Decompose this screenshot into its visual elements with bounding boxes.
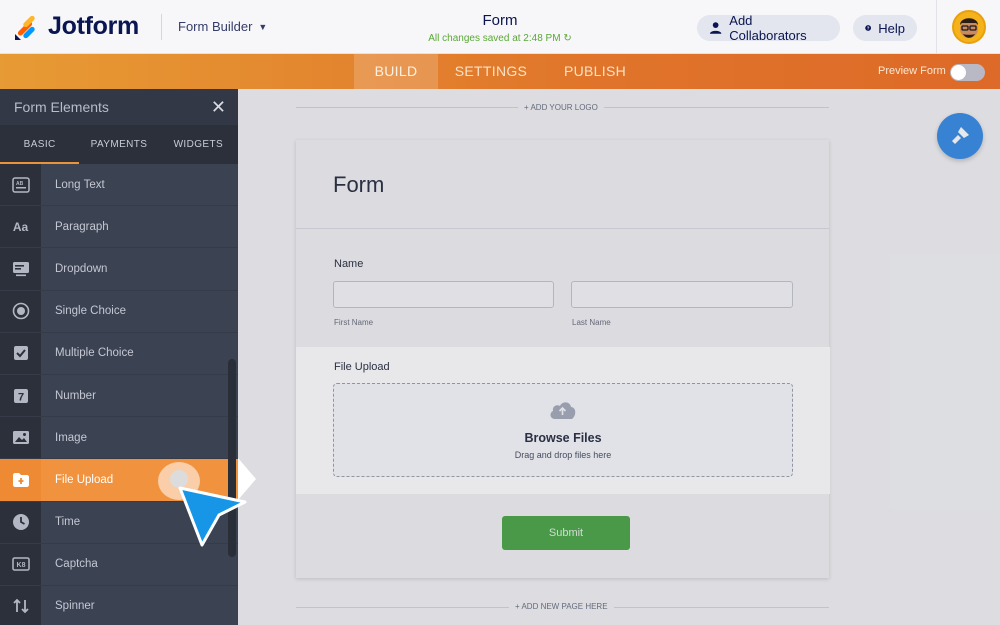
cursor-pointer-icon: [178, 486, 247, 547]
sidebar-item-label: Spinner: [55, 600, 95, 613]
checkbox-icon: [13, 346, 28, 361]
sidebar-item-label: Captcha: [55, 558, 98, 571]
close-icon[interactable]: ✕: [211, 97, 226, 118]
captcha-icon: K8: [11, 557, 30, 572]
dropdown-icon: [12, 261, 29, 277]
preview-form-label: Preview Form: [878, 65, 946, 77]
save-status-text: All changes saved at 2:48 PM: [428, 33, 561, 44]
avatar-face-icon: [959, 18, 978, 38]
element-spinner[interactable]: Spinner: [0, 585, 238, 625]
svg-text:7: 7: [17, 391, 23, 403]
form-builder-label: Form Builder: [178, 19, 253, 34]
radio-icon: [12, 302, 29, 320]
preview-form-toggle[interactable]: [950, 64, 985, 81]
jotform-logo[interactable]: Jotform: [14, 12, 139, 41]
sidebar-item-label: Number: [55, 389, 96, 402]
help-button[interactable]: ? Help: [853, 15, 917, 41]
element-single-choice[interactable]: Single Choice: [0, 290, 238, 333]
sidebar-item-label: Single Choice: [55, 305, 126, 318]
avatar[interactable]: [951, 10, 986, 44]
heading-divider: [296, 228, 829, 229]
form-builder-menu[interactable]: Form Builder ▼: [178, 19, 267, 34]
tab-basic[interactable]: BASIC: [0, 125, 80, 164]
sidebar-item-label: Dropdown: [55, 262, 108, 275]
refresh-icon: ↻: [563, 33, 572, 44]
sidebar-item-label: Time: [55, 516, 81, 529]
element-list: AB Long Text Aa Paragraph Dropdown Singl…: [0, 164, 238, 625]
tab-widgets[interactable]: WIDGETS: [159, 125, 238, 164]
paint-roller-icon: [952, 127, 969, 144]
file-upload-label: File Upload: [334, 361, 390, 373]
file-upload-icon: [12, 472, 29, 487]
sidebar-item-label: File Upload: [55, 473, 114, 486]
panel-title: Form Elements: [14, 99, 109, 115]
builder-nav: BUILD SETTINGS PUBLISH Preview Form: [0, 54, 1000, 89]
add-collaborators-label: Add Collaborators: [729, 13, 807, 43]
drag-drop-hint: Drag and drop files here: [514, 450, 612, 460]
form-title[interactable]: Form: [400, 12, 600, 29]
account-menu[interactable]: [936, 0, 1000, 54]
image-icon: [12, 431, 29, 445]
element-paragraph[interactable]: Aa Paragraph: [0, 206, 238, 249]
jotform-logo-icon: [15, 15, 35, 40]
browse-files-label[interactable]: Browse Files: [333, 431, 793, 445]
clock-icon: [12, 514, 29, 531]
number-icon: 7: [13, 388, 28, 403]
file-dropzone[interactable]: [333, 383, 793, 477]
logo-text: Jotform: [48, 12, 139, 40]
sidebar-item-label: Paragraph: [55, 220, 109, 233]
save-status: All changes saved at 2:48 PM ↻: [400, 33, 600, 44]
user-icon: [709, 22, 722, 34]
submit-button[interactable]: Submit: [502, 516, 630, 550]
header-divider: [161, 14, 162, 40]
paragraph-icon: Aa: [12, 219, 29, 234]
form-title-area: Form All changes saved at 2:48 PM ↻: [400, 12, 600, 44]
tab-build[interactable]: BUILD: [354, 54, 438, 89]
element-multiple-choice[interactable]: Multiple Choice: [0, 332, 238, 375]
panel-tabs: BASIC PAYMENTS WIDGETS: [0, 125, 238, 164]
tab-payments[interactable]: PAYMENTS: [79, 125, 158, 164]
spinner-icon: [12, 599, 29, 614]
help-icon: ?: [865, 25, 872, 31]
last-name-input[interactable]: [571, 281, 793, 308]
help-label: Help: [878, 20, 905, 36]
element-captcha[interactable]: K8 Captcha: [0, 543, 238, 586]
svg-text:?: ?: [867, 26, 870, 31]
element-image[interactable]: Image: [0, 417, 238, 460]
first-name-sublabel: First Name: [334, 318, 374, 327]
sidebar-item-label: Image: [55, 431, 87, 444]
tab-publish[interactable]: PUBLISH: [552, 54, 638, 89]
form-designer-button[interactable]: [937, 113, 983, 159]
tab-settings[interactable]: SETTINGS: [444, 54, 538, 89]
long-text-icon: AB: [11, 176, 30, 193]
name-field-label: Name: [334, 258, 364, 270]
form-heading[interactable]: Form: [333, 172, 384, 198]
top-header: Jotform Form Builder ▼ Form All changes …: [0, 0, 1000, 54]
first-name-input[interactable]: [333, 281, 554, 308]
sidebar-item-label: Multiple Choice: [55, 347, 134, 360]
svg-text:AB: AB: [16, 181, 24, 187]
add-new-page-link[interactable]: + ADD NEW PAGE HERE: [509, 602, 614, 611]
element-dropdown[interactable]: Dropdown: [0, 248, 238, 291]
sidebar-item-label: Long Text: [55, 178, 105, 191]
submit-label: Submit: [548, 527, 584, 539]
panel-header: Form Elements ✕: [0, 89, 238, 125]
cloud-upload-icon: [550, 402, 576, 419]
element-number[interactable]: 7 Number: [0, 374, 238, 418]
add-collaborators-button[interactable]: Add Collaborators: [697, 13, 840, 43]
chevron-down-icon: ▼: [258, 21, 268, 32]
add-logo-link[interactable]: + ADD YOUR LOGO: [518, 103, 604, 112]
svg-text:K8: K8: [16, 562, 25, 569]
last-name-sublabel: Last Name: [572, 318, 611, 327]
element-long-text[interactable]: AB Long Text: [0, 164, 238, 207]
